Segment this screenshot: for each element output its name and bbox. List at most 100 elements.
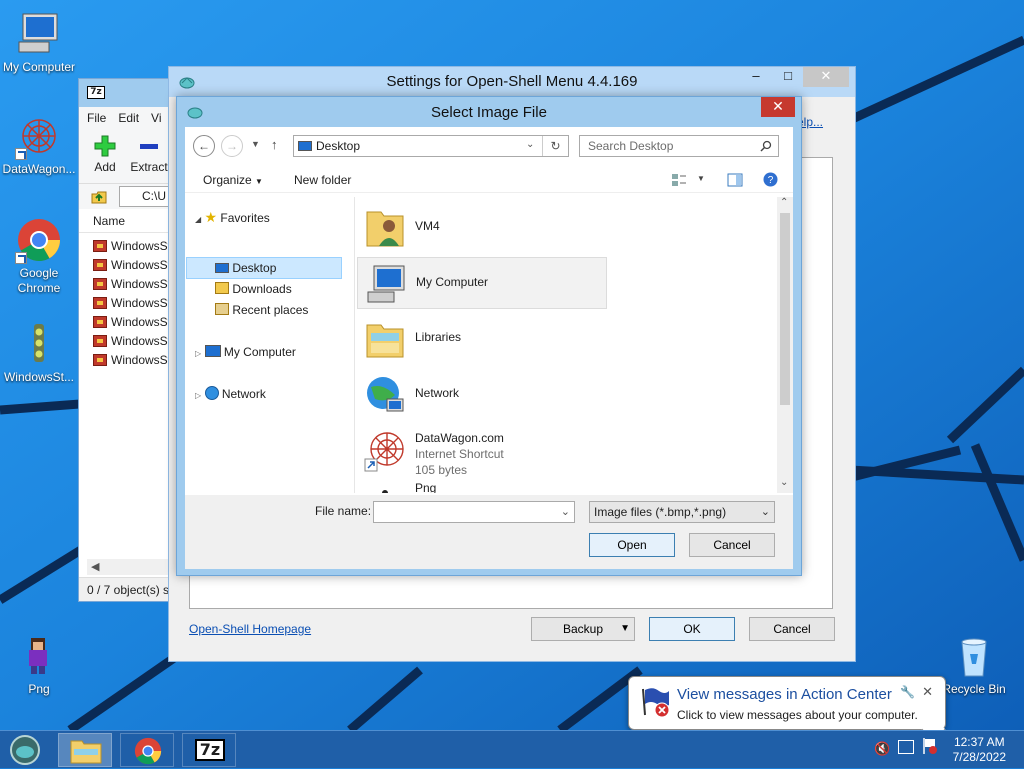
add-button[interactable]: Add (85, 135, 125, 174)
nav-item-network[interactable]: ▷ Network (195, 384, 266, 404)
open-button[interactable]: Open (589, 533, 675, 557)
address-bar[interactable]: Desktop ⌄ ↻ (293, 135, 569, 157)
nav-item-favorites[interactable]: ◢ ★ Favorites (195, 207, 270, 227)
nav-item-my-computer[interactable]: ▷ My Computer (195, 342, 296, 362)
nav-label: Downloads (232, 282, 292, 296)
desktop-icon-windowsst[interactable]: WindowsSt... (1, 320, 77, 385)
nav-item-desktop[interactable]: Desktop (215, 258, 276, 278)
7zip-titlebar[interactable]: 7z (79, 79, 177, 107)
scroll-down-icon[interactable]: ⌄ (780, 477, 788, 488)
list-item[interactable]: WindowsSt (79, 293, 177, 312)
desktop-icon-datawagon[interactable]: DataWagon... (1, 112, 77, 177)
scrollbar-thumb[interactable] (780, 213, 790, 405)
ok-button[interactable]: OK (649, 617, 735, 641)
file-item-libraries[interactable]: Libraries (357, 313, 607, 365)
taskbar-file-explorer[interactable] (58, 733, 112, 767)
forward-button[interactable]: → (221, 135, 243, 157)
file-name-input[interactable]: ⌄ (373, 501, 575, 523)
file-item-network[interactable]: Network (357, 369, 607, 421)
back-button[interactable]: ← (193, 135, 215, 157)
nav-item-downloads[interactable]: Downloads (215, 279, 292, 299)
7zip-logo-icon: 7z (87, 86, 105, 99)
menu-file[interactable]: File (87, 111, 106, 125)
search-icon[interactable] (760, 140, 772, 152)
recent-places-icon (215, 303, 229, 315)
file-list-pane: VM4 My Computer Libraries Network DataWa… (357, 197, 777, 493)
file-name: WindowsSt (111, 333, 172, 348)
menu-view[interactable]: Vi (151, 111, 161, 125)
file-icon (93, 334, 107, 347)
desktop-icon (215, 263, 229, 273)
dialog-close-button[interactable]: ✕ (761, 97, 795, 117)
file-item-my-computer[interactable]: My Computer (357, 257, 607, 309)
desktop-icon-my-computer[interactable]: My Computer (1, 10, 77, 75)
menu-edit[interactable]: Edit (118, 111, 139, 125)
wrench-icon[interactable]: 🔧 (900, 685, 915, 699)
vertical-scrollbar[interactable]: ⌃ ⌄ (777, 197, 793, 493)
dialog-titlebar[interactable]: Select Image File ✕ (177, 97, 801, 127)
list-item[interactable]: WindowsSt (79, 350, 177, 369)
taskbar-chrome[interactable] (120, 733, 174, 767)
help-icon[interactable]: ? (763, 172, 778, 187)
nav-item-recent-places[interactable]: Recent places (215, 300, 308, 320)
file-type-select[interactable]: Image files (*.bmp,*.png) ⌄ (589, 501, 775, 523)
file-icon (93, 353, 107, 366)
refresh-icon[interactable]: ↻ (542, 136, 568, 156)
volume-muted-icon[interactable]: 🔇 (874, 741, 890, 757)
up-arrow-icon[interactable]: ↑ (271, 137, 278, 152)
folder-up-icon[interactable] (91, 189, 107, 205)
column-header-name[interactable]: Name (79, 209, 177, 233)
preview-pane-icon[interactable] (727, 173, 743, 187)
maximize-button[interactable]: □ (773, 67, 803, 87)
dialog-cancel-button[interactable]: Cancel (689, 533, 775, 557)
network-tray-icon[interactable] (898, 740, 914, 754)
new-folder-button[interactable]: New folder (294, 173, 351, 187)
view-dropdown-icon[interactable]: ▼ (697, 174, 705, 183)
open-shell-homepage-link[interactable]: Open-Shell Homepage (189, 622, 311, 636)
taskbar-7zip[interactable]: 7z (182, 733, 236, 767)
close-button[interactable]: ✕ (803, 67, 849, 87)
list-item[interactable]: WindowsSt (79, 255, 177, 274)
file-name: WindowsSt (111, 314, 172, 329)
close-icon: ✕ (820, 68, 832, 83)
change-view-icon[interactable] (671, 173, 687, 187)
cancel-button[interactable]: Cancel (749, 617, 835, 641)
scroll-left-icon[interactable]: ◀ (91, 559, 99, 575)
search-input[interactable]: Search Desktop (579, 135, 779, 157)
organize-button[interactable]: Organize ▼ (203, 173, 263, 187)
file-name-label: File name: (315, 504, 372, 518)
desktop-icon-label: My Computer (2, 60, 76, 74)
start-button[interactable] (8, 734, 42, 766)
backup-button[interactable]: Backup ▼ (531, 617, 635, 641)
system-clock[interactable]: 12:37 AM 7/28/2022 (953, 735, 1006, 765)
extract-button[interactable]: Extract (129, 135, 169, 174)
notification-close-button[interactable]: ✕ (922, 684, 933, 700)
dropdown-arrow-icon[interactable]: ⌄ (561, 502, 570, 522)
list-item[interactable]: WindowsSt (79, 312, 177, 331)
file-size: 105 bytes (415, 463, 468, 477)
list-item[interactable]: WindowsSt (79, 236, 177, 255)
minimize-button[interactable]: – (741, 67, 771, 87)
list-item[interactable]: WindowsSt (79, 331, 177, 350)
settings-titlebar[interactable]: Settings for Open-Shell Menu 4.4.169 – □… (169, 67, 855, 97)
action-center-tray-icon[interactable] (922, 737, 938, 758)
file-item-vm4[interactable]: VM4 (357, 202, 607, 254)
file-item-png[interactable]: Png (357, 481, 607, 493)
file-item-datawagon[interactable]: DataWagon.com Internet Shortcut 105 byte… (357, 425, 607, 477)
desktop-icon-label: Png (28, 682, 50, 696)
horizontal-scrollbar[interactable]: ◀ (87, 559, 177, 575)
minus-icon (140, 144, 158, 149)
desktop-icon-recycle-bin[interactable]: Recycle Bin (936, 632, 1012, 697)
file-type: Internet Shortcut (415, 447, 504, 461)
plus-icon (94, 135, 116, 157)
navigation-bar: ← → ▼ ↑ Desktop ⌄ ↻ Search Desktop (185, 127, 793, 167)
recent-locations-icon[interactable]: ▼ (251, 139, 260, 149)
desktop-icon-png[interactable]: Png (1, 632, 77, 697)
address-dropdown-icon[interactable]: ⌄ (526, 139, 534, 150)
select-image-file-dialog[interactable]: Select Image File ✕ ← → ▼ ↑ Desktop ⌄ ↻ … (176, 96, 802, 576)
list-item[interactable]: WindowsSt (79, 274, 177, 293)
action-center-notification[interactable]: View messages in Action Center Click to … (628, 676, 946, 730)
desktop-icon-google-chrome[interactable]: Google Chrome (1, 216, 77, 296)
scroll-up-icon[interactable]: ⌃ (780, 197, 788, 208)
7zip-window[interactable]: 7z File Edit Vi Add Extract C:\U Name Wi… (78, 78, 179, 602)
